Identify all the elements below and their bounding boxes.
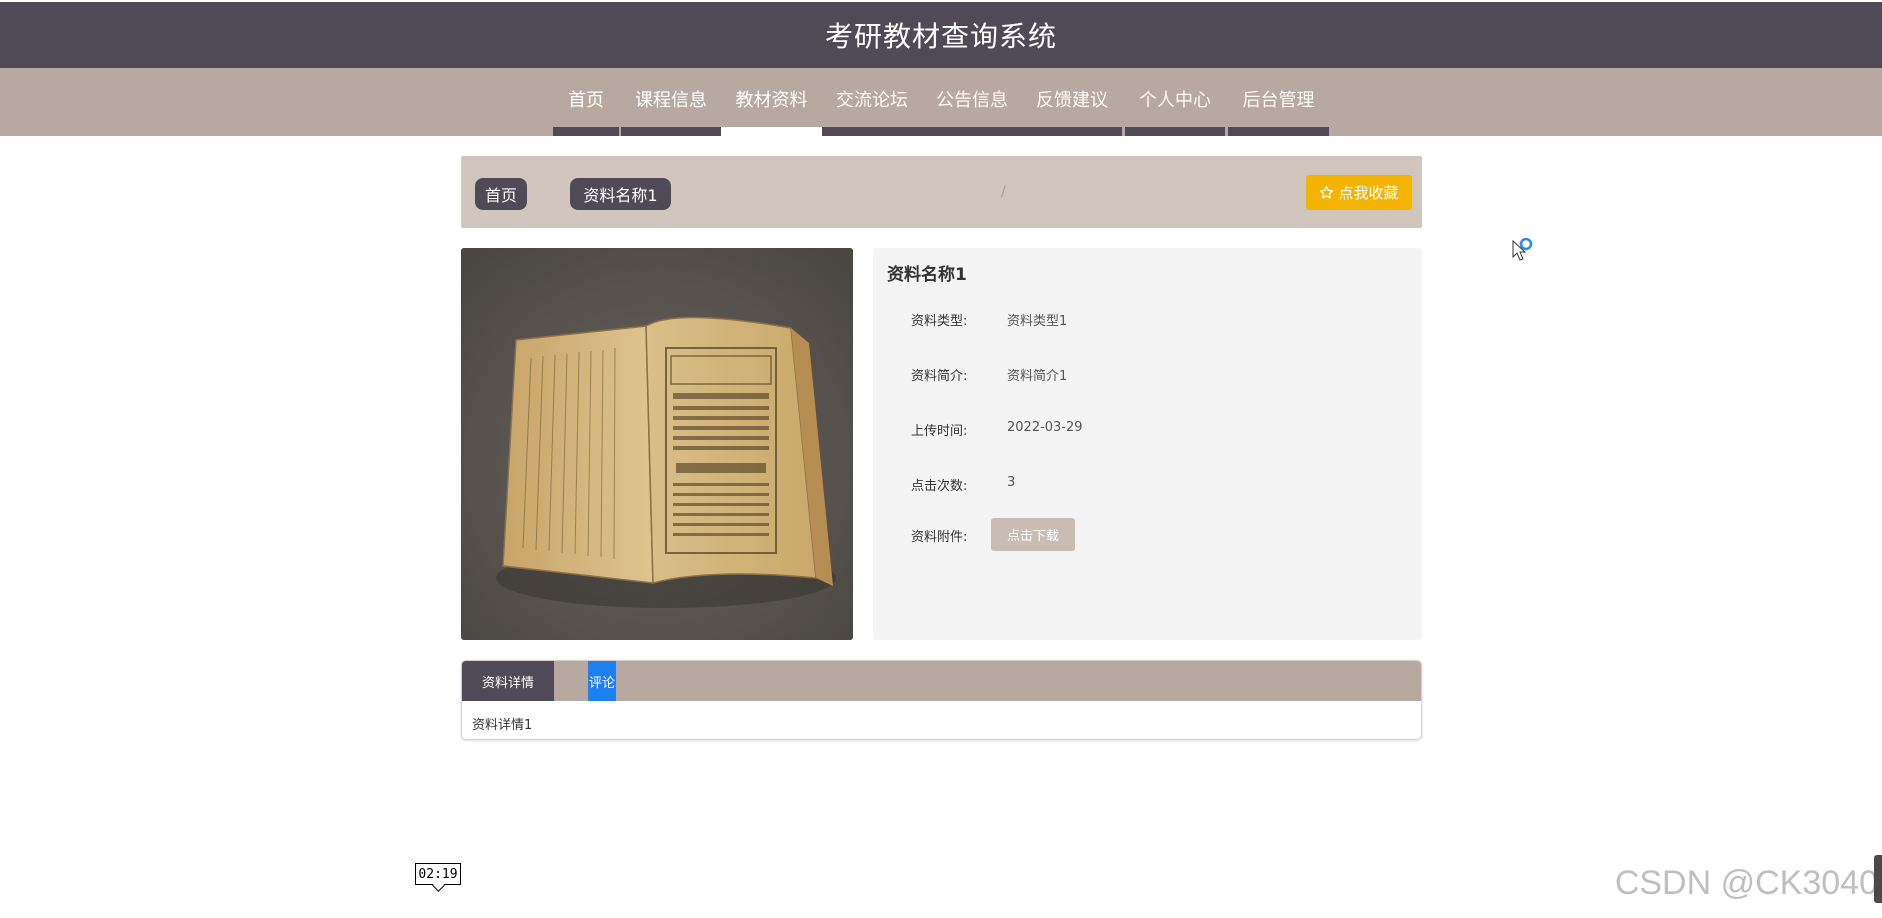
nav-item-label: 教材资料	[735, 90, 808, 111]
field-label: 资料附件:	[911, 530, 968, 545]
site-title: 考研教材查询系统	[824, 20, 1057, 53]
field-label: 点击次数:	[911, 479, 968, 494]
download-button[interactable]: 点击下载	[991, 518, 1075, 551]
field-value: 3	[1007, 475, 1016, 490]
nav-item-profile[interactable]: 个人中心	[1125, 68, 1225, 136]
breadcrumb-current: 资料名称1	[570, 178, 671, 210]
material-info-panel: 资料名称1 资料类型: 资料类型1 资料简介: 资料简介1 上传时间: 2022…	[873, 248, 1422, 640]
nav-item-announcements[interactable]: 公告信息	[922, 68, 1022, 136]
nav-item-label: 后台管理	[1242, 90, 1315, 111]
favorite-button-label: 点我收藏	[1338, 184, 1399, 202]
nav-item-label: 交流论坛	[836, 90, 908, 111]
nav-item-underline	[1125, 127, 1225, 136]
nav-item-courses[interactable]: 课程信息	[621, 68, 721, 136]
nav-item-underline	[1022, 127, 1122, 136]
main-nav: 首页 课程信息 教材资料 交流论坛 公告信息 反馈建议 个人中心 后台管理	[0, 68, 1882, 136]
material-name: 资料名称1	[887, 265, 967, 285]
site-header: 考研教材查询系统	[0, 0, 1882, 68]
mouse-cursor-icon	[1511, 237, 1537, 268]
nav-item-forum[interactable]: 交流论坛	[822, 68, 922, 136]
watermark: CSDN @CK3040	[1614, 864, 1878, 902]
nav-item-home[interactable]: 首页	[553, 68, 619, 136]
tab-content: 资料详情1	[472, 718, 533, 733]
nav-item-materials[interactable]: 教材资料	[721, 68, 822, 136]
nav-item-underline	[822, 127, 922, 136]
nav-item-label: 课程信息	[635, 90, 707, 111]
nav-item-underline	[553, 127, 619, 136]
field-value: 资料简介1	[1007, 369, 1068, 384]
star-outline-icon	[1320, 185, 1334, 199]
field-label: 资料简介:	[911, 369, 968, 384]
tab-comments[interactable]: 评论	[588, 661, 616, 701]
nav-item-underline	[1228, 127, 1329, 136]
nav-item-label: 首页	[568, 90, 604, 111]
nav-item-underline-active	[721, 127, 822, 136]
breadcrumb: 首页 / 资料名称1 点我收藏	[461, 156, 1422, 228]
nav-item-label: 个人中心	[1139, 90, 1211, 111]
screen-edge-handle	[1874, 855, 1882, 903]
tab-material-details[interactable]: 资料详情	[462, 661, 554, 701]
field-label: 资料类型:	[911, 314, 968, 329]
nav-item-underline	[621, 127, 721, 136]
nav-item-label: 反馈建议	[1036, 90, 1108, 111]
breadcrumb-home[interactable]: 首页	[475, 178, 527, 210]
material-cover-image	[461, 248, 853, 640]
timer-tooltip: 02:19	[415, 863, 461, 885]
nav-item-underline	[922, 127, 1022, 136]
field-value: 2022-03-29	[1007, 420, 1083, 435]
field-value: 资料类型1	[1007, 314, 1068, 329]
nav-item-feedback[interactable]: 反馈建议	[1022, 68, 1122, 136]
nav-item-label: 公告信息	[936, 90, 1008, 111]
nav-item-admin[interactable]: 后台管理	[1228, 68, 1329, 136]
detail-tabs: 资料详情 评论 资料详情1	[461, 660, 1422, 740]
breadcrumb-separator: /	[1001, 184, 1006, 200]
favorite-button[interactable]: 点我收藏	[1306, 175, 1412, 210]
field-label: 上传时间:	[911, 424, 968, 439]
